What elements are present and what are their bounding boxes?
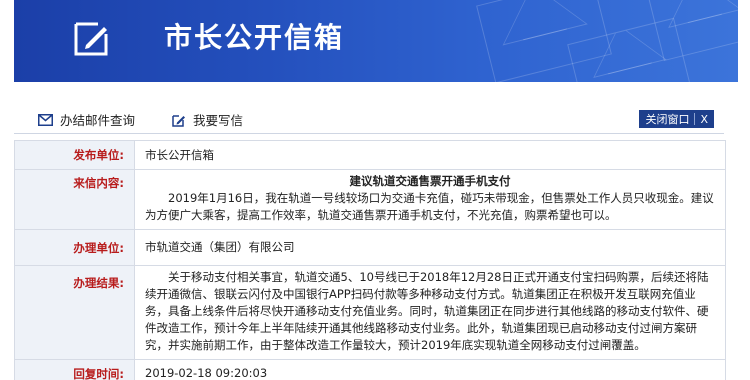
publisher-label: 发布单位: (14, 140, 135, 170)
letter-body: 2019年1月16日，我在轨道一号线较场口为交通卡充值，碰巧未带现金，但售票处工… (145, 191, 714, 222)
close-window-button[interactable]: 关闭窗口 X (639, 110, 714, 128)
reply-time-label: 回复时间: (14, 359, 135, 380)
write-letter-link[interactable]: 我要写信 (172, 110, 243, 129)
letter-row: 来信内容: 建议轨道交通售票开通手机支付 2019年1月16日，我在轨道一号线较… (14, 169, 726, 230)
letter-detail-table: 发布单位: 市长公开信箱 来信内容: 建议轨道交通售票开通手机支付 2019年1… (14, 140, 726, 380)
handler-row: 办理单位: 市轨道交通（集团）有限公司 (14, 229, 726, 266)
letter-subject: 建议轨道交通售票开通手机支付 (349, 174, 511, 188)
publisher-value: 市长公开信箱 (134, 140, 726, 170)
reply-time-row: 回复时间: 2019-02-18 09:20:03 (14, 359, 726, 380)
handler-label: 办理单位: (14, 229, 135, 266)
toolbar: 办结邮件查询 我要写信 关闭窗口 X (14, 104, 724, 134)
result-row: 办理结果: 关于移动支付相关事宜，轨道交通5、10号线已于2018年12月28日… (14, 265, 726, 360)
query-mail-label: 办结邮件查询 (60, 113, 136, 128)
write-letter-label: 我要写信 (193, 113, 244, 128)
result-body: 关于移动支付相关事宜，轨道交通5、10号线已于2018年12月28日正式开通支付… (134, 265, 726, 360)
letter-content: 建议轨道交通售票开通手机支付 2019年1月16日，我在轨道一号线较场口为交通卡… (134, 169, 726, 230)
publisher-row: 发布单位: 市长公开信箱 (14, 140, 726, 170)
handler-value: 市轨道交通（集团）有限公司 (134, 229, 726, 266)
result-label: 办理结果: (14, 265, 135, 360)
reply-time-value: 2019-02-18 09:20:03 (134, 359, 726, 380)
edit-icon (172, 114, 185, 127)
header-banner: 市长公开信箱 (14, 0, 738, 82)
query-mail-link[interactable]: 办结邮件查询 (38, 110, 135, 129)
letter-label: 来信内容: (14, 169, 135, 230)
edit-note-icon (74, 22, 108, 56)
mail-icon (38, 113, 53, 126)
button-divider (694, 113, 696, 125)
close-window-label: 关闭窗口 (645, 113, 690, 126)
page-title: 市长公开信箱 (164, 21, 345, 54)
close-icon: X (700, 112, 708, 126)
